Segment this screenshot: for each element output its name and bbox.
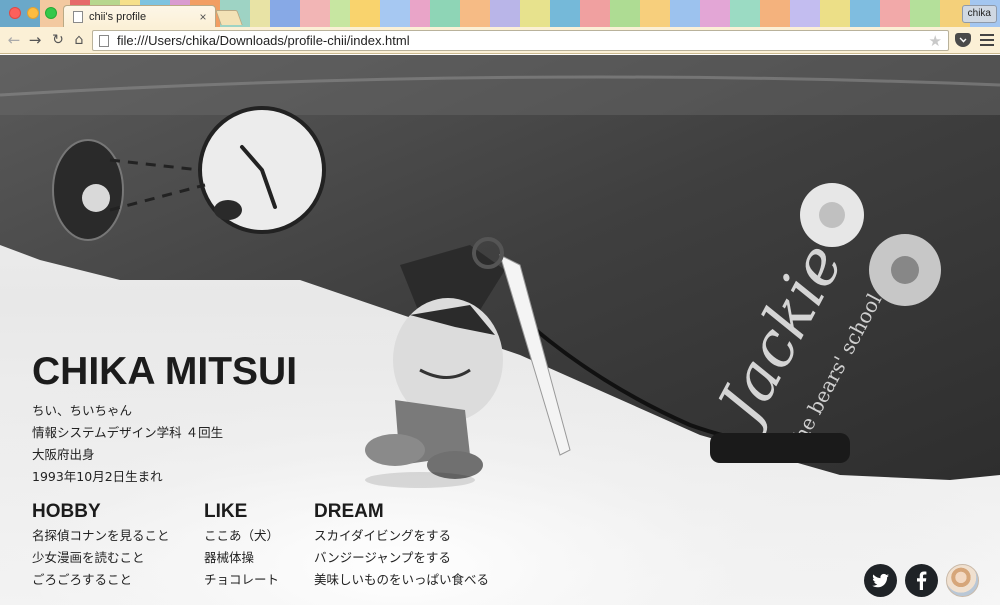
profile-page: Jackie the bears' school CHIKA MITSUI ちい… (0, 55, 1000, 605)
back-arrow-icon[interactable]: ← (5, 31, 23, 49)
pocket-icon[interactable] (955, 33, 971, 47)
dream-section: DREAM スカイダイビングをする バンジージャンプをする 美味しいものをいっぱ… (314, 501, 489, 591)
twitter-icon[interactable] (864, 564, 897, 597)
browser-tab-active[interactable]: chii's profile × (63, 5, 216, 28)
bio-line: 大阪府出身 (32, 447, 95, 462)
profile-user-badge[interactable]: chika (961, 5, 997, 23)
bio-line: 1993年10月2日生まれ (32, 469, 163, 484)
close-window-button[interactable] (9, 7, 21, 19)
hamburger-menu-icon[interactable] (980, 34, 994, 49)
page-icon (73, 11, 83, 23)
bio-line: 情報システムデザイン学科 ４回生 (32, 425, 224, 440)
reload-icon[interactable]: ↻ (49, 31, 67, 49)
address-bar[interactable]: file:///Users/chika/Downloads/profile-ch… (92, 30, 949, 51)
profile-header: CHIKA MITSUI ちい、ちいちゃん 情報システムデザイン学科 ４回生 大… (32, 351, 297, 488)
list-item: ごろごろすること (32, 572, 133, 587)
page-icon (99, 34, 109, 47)
profile-name: CHIKA MITSUI (32, 350, 298, 393)
facebook-icon[interactable] (905, 564, 938, 597)
like-section: LIKE ここあ（犬） 器械体操 チョコレート (204, 501, 279, 591)
list-item: 器械体操 (204, 550, 255, 565)
profile-bio: ちい、ちいちゃん 情報システムデザイン学科 ４回生 大阪府出身 1993年10月… (32, 400, 297, 488)
list-item: ここあ（犬） (204, 528, 280, 543)
bookmark-star-icon[interactable]: ★ (929, 32, 942, 50)
list-item: スカイダイビングをする (314, 528, 452, 543)
list-item: バンジージャンプをする (314, 550, 451, 565)
zoom-window-button[interactable] (45, 7, 57, 19)
list-item: 名探偵コナンを見ること (32, 528, 170, 543)
section-title: LIKE (204, 501, 248, 522)
section-title: DREAM (314, 501, 384, 522)
tab-title: chii's profile (89, 11, 147, 23)
list-item: 美味しいものをいっぱい食べる (314, 572, 490, 587)
avatar[interactable] (946, 564, 979, 597)
browser-titlebar: chii's profile × chika (0, 0, 1000, 28)
list-item: 少女漫画を読むこと (32, 550, 145, 565)
hobby-section: HOBBY 名探偵コナンを見ること 少女漫画を読むこと ごろごろすること (32, 501, 170, 591)
home-icon[interactable]: ⌂ (70, 31, 88, 49)
forward-arrow-icon[interactable]: → (26, 31, 44, 49)
url-text[interactable]: file:///Users/chika/Downloads/profile-ch… (117, 33, 929, 48)
minimize-window-button[interactable] (27, 7, 39, 19)
browser-toolbar: ← → ↻ ⌂ file:///Users/chika/Downloads/pr… (0, 27, 1000, 54)
new-tab-button[interactable] (215, 10, 243, 25)
section-title: HOBBY (32, 501, 101, 522)
bio-line: ちい、ちいちゃん (32, 403, 133, 418)
list-item: チョコレート (204, 572, 280, 587)
tab-close-icon[interactable]: × (197, 10, 209, 24)
